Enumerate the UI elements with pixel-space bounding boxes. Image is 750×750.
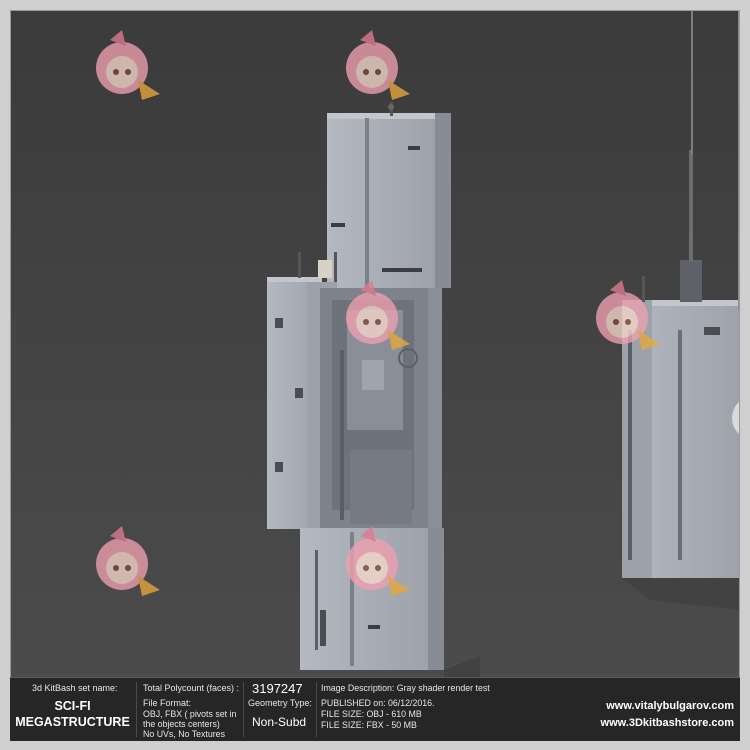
set-name-line1: SCI-FI	[54, 699, 91, 713]
website-link[interactable]: www.vitalybulgarov.com	[606, 700, 734, 712]
mascot-watermark-icon	[596, 280, 660, 350]
mascot-watermark-icon	[96, 526, 160, 596]
geometry-value: Non-Subd	[252, 715, 307, 729]
polycount-label: Total Polycount (faces) :	[143, 683, 240, 693]
mascot-watermark-icon	[346, 280, 410, 350]
set-name-cell: 3d KitBash set name: SCI-FI MEGASTRUCTUR…	[10, 678, 135, 741]
info-bar: 3d KitBash set name: SCI-FI MEGASTRUCTUR…	[10, 677, 740, 741]
render-scene	[267, 10, 740, 685]
mascot-watermark-icon	[96, 30, 160, 100]
file-format-line3: No UVs, No Textures	[143, 729, 225, 739]
geometry-cell: 3197247 Geometry Type: Non-Subd	[244, 678, 316, 741]
format-cell: Total Polycount (faces) : File Format: O…	[137, 678, 245, 741]
file-format-label: File Format:	[143, 698, 192, 708]
description-cell: Image Description: Gray shader render te…	[317, 678, 557, 741]
image-description: Image Description: Gray shader render te…	[321, 683, 490, 693]
set-name-label: 3d KitBash set name:	[32, 683, 118, 693]
set-name-line2: MEGASTRUCTURE	[15, 715, 130, 729]
store-link[interactable]: www.3Dkitbashstore.com	[601, 717, 734, 729]
links-cell: www.vitalybulgarov.com www.3Dkitbashstor…	[570, 678, 734, 741]
mascot-watermark-icon	[346, 30, 410, 100]
published-date: PUBLISHED on: 06/12/2016.	[321, 698, 435, 708]
geometry-label: Geometry Type:	[248, 698, 312, 708]
file-size-obj: FILE SIZE: OBJ - 610 MB	[321, 709, 422, 719]
render-viewport	[10, 10, 740, 740]
polycount-value: 3197247	[252, 681, 303, 696]
mascot-watermark-icon	[346, 526, 410, 596]
file-size-fbx: FILE SIZE: FBX - 50 MB	[321, 720, 417, 730]
